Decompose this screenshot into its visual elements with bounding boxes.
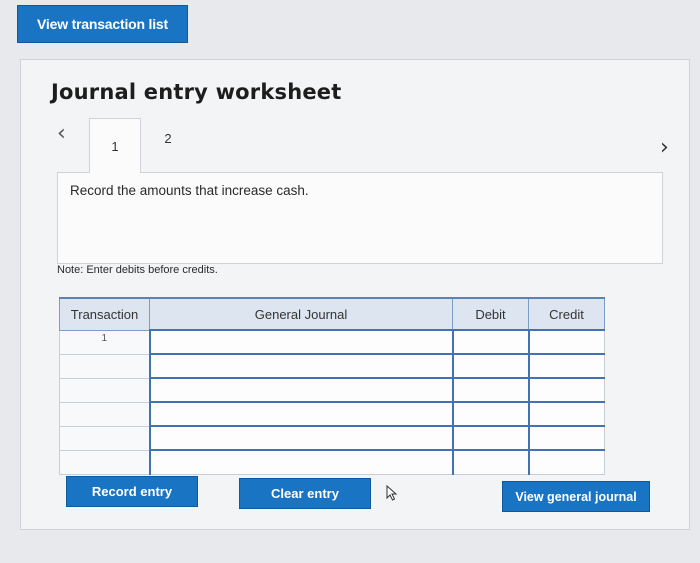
table-row — [59, 377, 605, 403]
view-transaction-list-button[interactable]: View transaction list — [17, 5, 188, 43]
clear-entry-button[interactable]: Clear entry — [239, 478, 371, 509]
header-general-journal: General Journal — [149, 297, 453, 331]
journal-table: Transaction General Journal Debit Credit… — [59, 297, 605, 475]
debit-input[interactable] — [451, 401, 529, 427]
table-row — [59, 425, 605, 451]
credit-input[interactable] — [527, 449, 605, 475]
debit-input[interactable] — [451, 425, 529, 451]
header-transaction: Transaction — [59, 297, 150, 331]
transaction-cell — [59, 377, 150, 403]
account-input[interactable] — [148, 425, 453, 451]
table-row — [59, 401, 605, 427]
record-entry-button[interactable]: Record entry — [66, 476, 198, 507]
table-row: 1 — [59, 329, 605, 355]
tab-2[interactable]: 2 — [153, 118, 183, 158]
header-credit: Credit — [528, 297, 605, 331]
credit-input[interactable] — [527, 425, 605, 451]
mouse-cursor-icon — [386, 485, 398, 501]
transaction-cell — [59, 353, 150, 379]
table-row — [59, 449, 605, 475]
transaction-cell — [59, 401, 150, 427]
debit-input[interactable] — [451, 329, 529, 355]
account-input[interactable] — [148, 353, 453, 379]
account-input[interactable] — [148, 329, 453, 355]
debit-input[interactable] — [451, 353, 529, 379]
journal-entry-worksheet: Journal entry worksheet ‹ 1 2 › Record t… — [20, 59, 690, 530]
chevron-left-icon[interactable]: ‹ — [57, 123, 66, 145]
credit-input[interactable] — [527, 377, 605, 403]
instruction-box: Record the amounts that increase cash. — [57, 172, 663, 264]
credit-input[interactable] — [527, 353, 605, 379]
instruction-text: Record the amounts that increase cash. — [70, 183, 309, 198]
account-input[interactable] — [148, 401, 453, 427]
account-input[interactable] — [148, 449, 453, 475]
worksheet-title: Journal entry worksheet — [51, 80, 342, 104]
transaction-cell — [59, 425, 150, 451]
credit-input[interactable] — [527, 401, 605, 427]
header-debit: Debit — [452, 297, 529, 331]
transaction-cell — [59, 449, 150, 475]
note-text: Note: Enter debits before credits. — [57, 264, 218, 276]
chevron-right-icon[interactable]: › — [660, 137, 669, 159]
account-input[interactable] — [148, 377, 453, 403]
debit-input[interactable] — [451, 449, 529, 475]
tab-1[interactable]: 1 — [89, 118, 141, 173]
credit-input[interactable] — [527, 329, 605, 355]
table-row — [59, 353, 605, 379]
transaction-cell: 1 — [59, 329, 150, 355]
view-general-journal-button[interactable]: View general journal — [502, 481, 650, 512]
debit-input[interactable] — [451, 377, 529, 403]
